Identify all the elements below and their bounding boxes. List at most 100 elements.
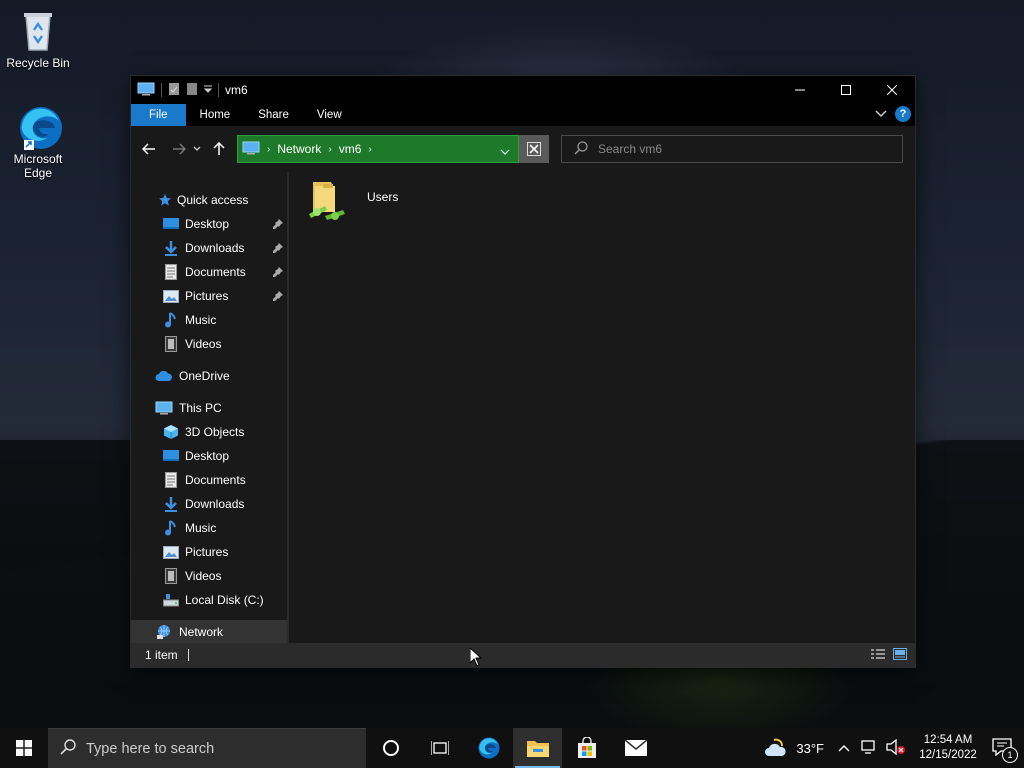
computer-icon bbox=[137, 82, 155, 99]
clock[interactable]: 12:54 AM 12/15/2022 bbox=[916, 733, 980, 763]
sidebar-item-label: Downloads bbox=[185, 241, 245, 255]
network-icon bbox=[155, 624, 173, 640]
start-button[interactable] bbox=[0, 728, 48, 768]
sidebar-item-music[interactable]: Music bbox=[131, 308, 287, 332]
document-icon bbox=[163, 472, 179, 488]
volume-muted-icon[interactable] bbox=[886, 738, 906, 758]
taskbar-file-explorer-button[interactable] bbox=[513, 728, 562, 768]
chevron-right-icon[interactable]: › bbox=[368, 144, 371, 155]
tab-view[interactable]: View bbox=[303, 104, 356, 126]
chevron-right-icon[interactable]: › bbox=[267, 144, 270, 155]
item-name: Users bbox=[367, 190, 399, 204]
cloud-icon bbox=[155, 368, 173, 384]
sidebar-item-label: Quick access bbox=[177, 193, 249, 207]
breadcrumb-vm6[interactable]: vm6 bbox=[339, 142, 362, 156]
tab-file[interactable]: File bbox=[131, 104, 186, 126]
chevron-right-icon[interactable]: › bbox=[328, 144, 331, 155]
pin-icon[interactable] bbox=[273, 266, 283, 280]
music-icon bbox=[163, 312, 179, 328]
tab-home[interactable]: Home bbox=[186, 104, 245, 126]
weather-icon[interactable] bbox=[764, 736, 790, 761]
desktop-folder-icon bbox=[163, 216, 179, 232]
mouse-cursor-icon bbox=[469, 646, 483, 670]
sidebar-item-3d-objects[interactable]: 3D Objects bbox=[131, 420, 287, 444]
sidebar-item-label: Documents bbox=[185, 265, 246, 279]
expand-ribbon-icon[interactable] bbox=[875, 107, 887, 121]
taskbar-mail-button[interactable] bbox=[611, 728, 660, 768]
sidebar-item-pc-videos[interactable]: Videos bbox=[131, 564, 287, 588]
taskbar-search-box[interactable]: Type here to search bbox=[48, 728, 366, 768]
recent-locations-button[interactable] bbox=[191, 137, 203, 161]
pin-icon[interactable] bbox=[273, 242, 283, 256]
new-folder-icon[interactable] bbox=[186, 82, 198, 99]
up-button[interactable] bbox=[207, 137, 231, 161]
navigation-bar: › Network › vm6 › bbox=[131, 126, 915, 172]
sidebar-item-quick-access[interactable]: Quick access bbox=[131, 188, 287, 212]
customize-toolbar-icon[interactable] bbox=[203, 83, 213, 97]
sidebar-item-pc-documents[interactable]: Documents bbox=[131, 468, 287, 492]
sidebar-item-label: Pictures bbox=[185, 545, 229, 559]
sidebar-item-downloads[interactable]: Downloads bbox=[131, 236, 287, 260]
pin-icon[interactable] bbox=[273, 218, 283, 232]
navigation-pane: Quick access Desktop Downloads Documents… bbox=[131, 172, 287, 644]
content-pane[interactable]: Users bbox=[289, 172, 915, 643]
sidebar-item-local-disk[interactable]: Local Disk (C:) bbox=[131, 588, 287, 612]
sidebar-item-onedrive[interactable]: OneDrive bbox=[131, 364, 287, 388]
sidebar-item-label: Local Disk (C:) bbox=[185, 593, 264, 607]
forward-button[interactable] bbox=[167, 137, 191, 161]
minimize-button[interactable] bbox=[777, 76, 823, 104]
system-tray: 33°F 12:54 AM 12/15/2022 1 bbox=[764, 728, 1024, 768]
sidebar-item-desktop[interactable]: Desktop bbox=[131, 212, 287, 236]
taskbar-store-button[interactable] bbox=[562, 728, 611, 768]
taskbar-edge-button[interactable] bbox=[464, 728, 513, 768]
taskbar: Type here to search 33°F 12:54 AM 12/15/… bbox=[0, 728, 1024, 768]
desktop-icon-recycle-bin[interactable]: Recycle Bin bbox=[2, 8, 74, 70]
sidebar-item-pc-music[interactable]: Music bbox=[131, 516, 287, 540]
list-item[interactable]: Users bbox=[307, 178, 398, 225]
sidebar-item-this-pc[interactable]: This PC bbox=[131, 396, 287, 420]
sidebar-item-pc-downloads[interactable]: Downloads bbox=[131, 492, 287, 516]
close-button[interactable] bbox=[869, 76, 915, 104]
tab-share[interactable]: Share bbox=[244, 104, 303, 126]
shared-folder-icon bbox=[307, 178, 347, 225]
desktop-icon-edge[interactable]: Microsoft Edge bbox=[2, 104, 74, 180]
sidebar-item-label: 3D Objects bbox=[185, 425, 245, 439]
address-dropdown-icon[interactable] bbox=[500, 145, 510, 159]
divider bbox=[161, 83, 162, 97]
edge-icon bbox=[17, 104, 62, 150]
pin-icon[interactable] bbox=[273, 290, 283, 304]
address-bar[interactable]: › Network › vm6 › bbox=[237, 135, 519, 163]
notifications-button[interactable]: 1 bbox=[992, 737, 1018, 763]
task-view-button[interactable] bbox=[415, 728, 464, 768]
cortana-button[interactable] bbox=[366, 728, 415, 768]
weather-temperature[interactable]: 33°F bbox=[796, 741, 824, 756]
chevron-up-icon[interactable] bbox=[838, 741, 850, 755]
help-button[interactable]: ? bbox=[895, 106, 911, 122]
network-status-icon[interactable] bbox=[860, 739, 878, 758]
breadcrumb-network[interactable]: Network bbox=[277, 142, 321, 156]
desktop-icon-label: Microsoft Edge bbox=[13, 152, 63, 180]
back-button[interactable] bbox=[137, 137, 161, 161]
sidebar-item-pictures[interactable]: Pictures bbox=[131, 284, 287, 308]
search-input[interactable] bbox=[596, 141, 880, 157]
sidebar-item-label: Downloads bbox=[185, 497, 245, 511]
clear-address-button[interactable] bbox=[519, 135, 549, 163]
sidebar-item-documents[interactable]: Documents bbox=[131, 260, 287, 284]
search-icon bbox=[60, 739, 76, 758]
search-icon bbox=[574, 140, 588, 158]
search-box[interactable] bbox=[561, 135, 903, 163]
computer-icon bbox=[242, 141, 260, 158]
sidebar-item-videos[interactable]: Videos bbox=[131, 332, 287, 356]
taskbar-search-placeholder: Type here to search bbox=[86, 740, 215, 757]
maximize-button[interactable] bbox=[823, 76, 869, 104]
videos-icon bbox=[163, 568, 179, 584]
details-view-button[interactable] bbox=[871, 648, 885, 663]
properties-icon[interactable] bbox=[168, 82, 180, 99]
sidebar-item-pc-pictures[interactable]: Pictures bbox=[131, 540, 287, 564]
close-icon bbox=[527, 142, 541, 156]
title-bar[interactable]: vm6 bbox=[131, 76, 915, 104]
sidebar-item-label: Pictures bbox=[185, 289, 229, 303]
large-icons-view-button[interactable] bbox=[893, 648, 907, 663]
sidebar-item-network[interactable]: Network bbox=[131, 620, 287, 644]
sidebar-item-pc-desktop[interactable]: Desktop bbox=[131, 444, 287, 468]
